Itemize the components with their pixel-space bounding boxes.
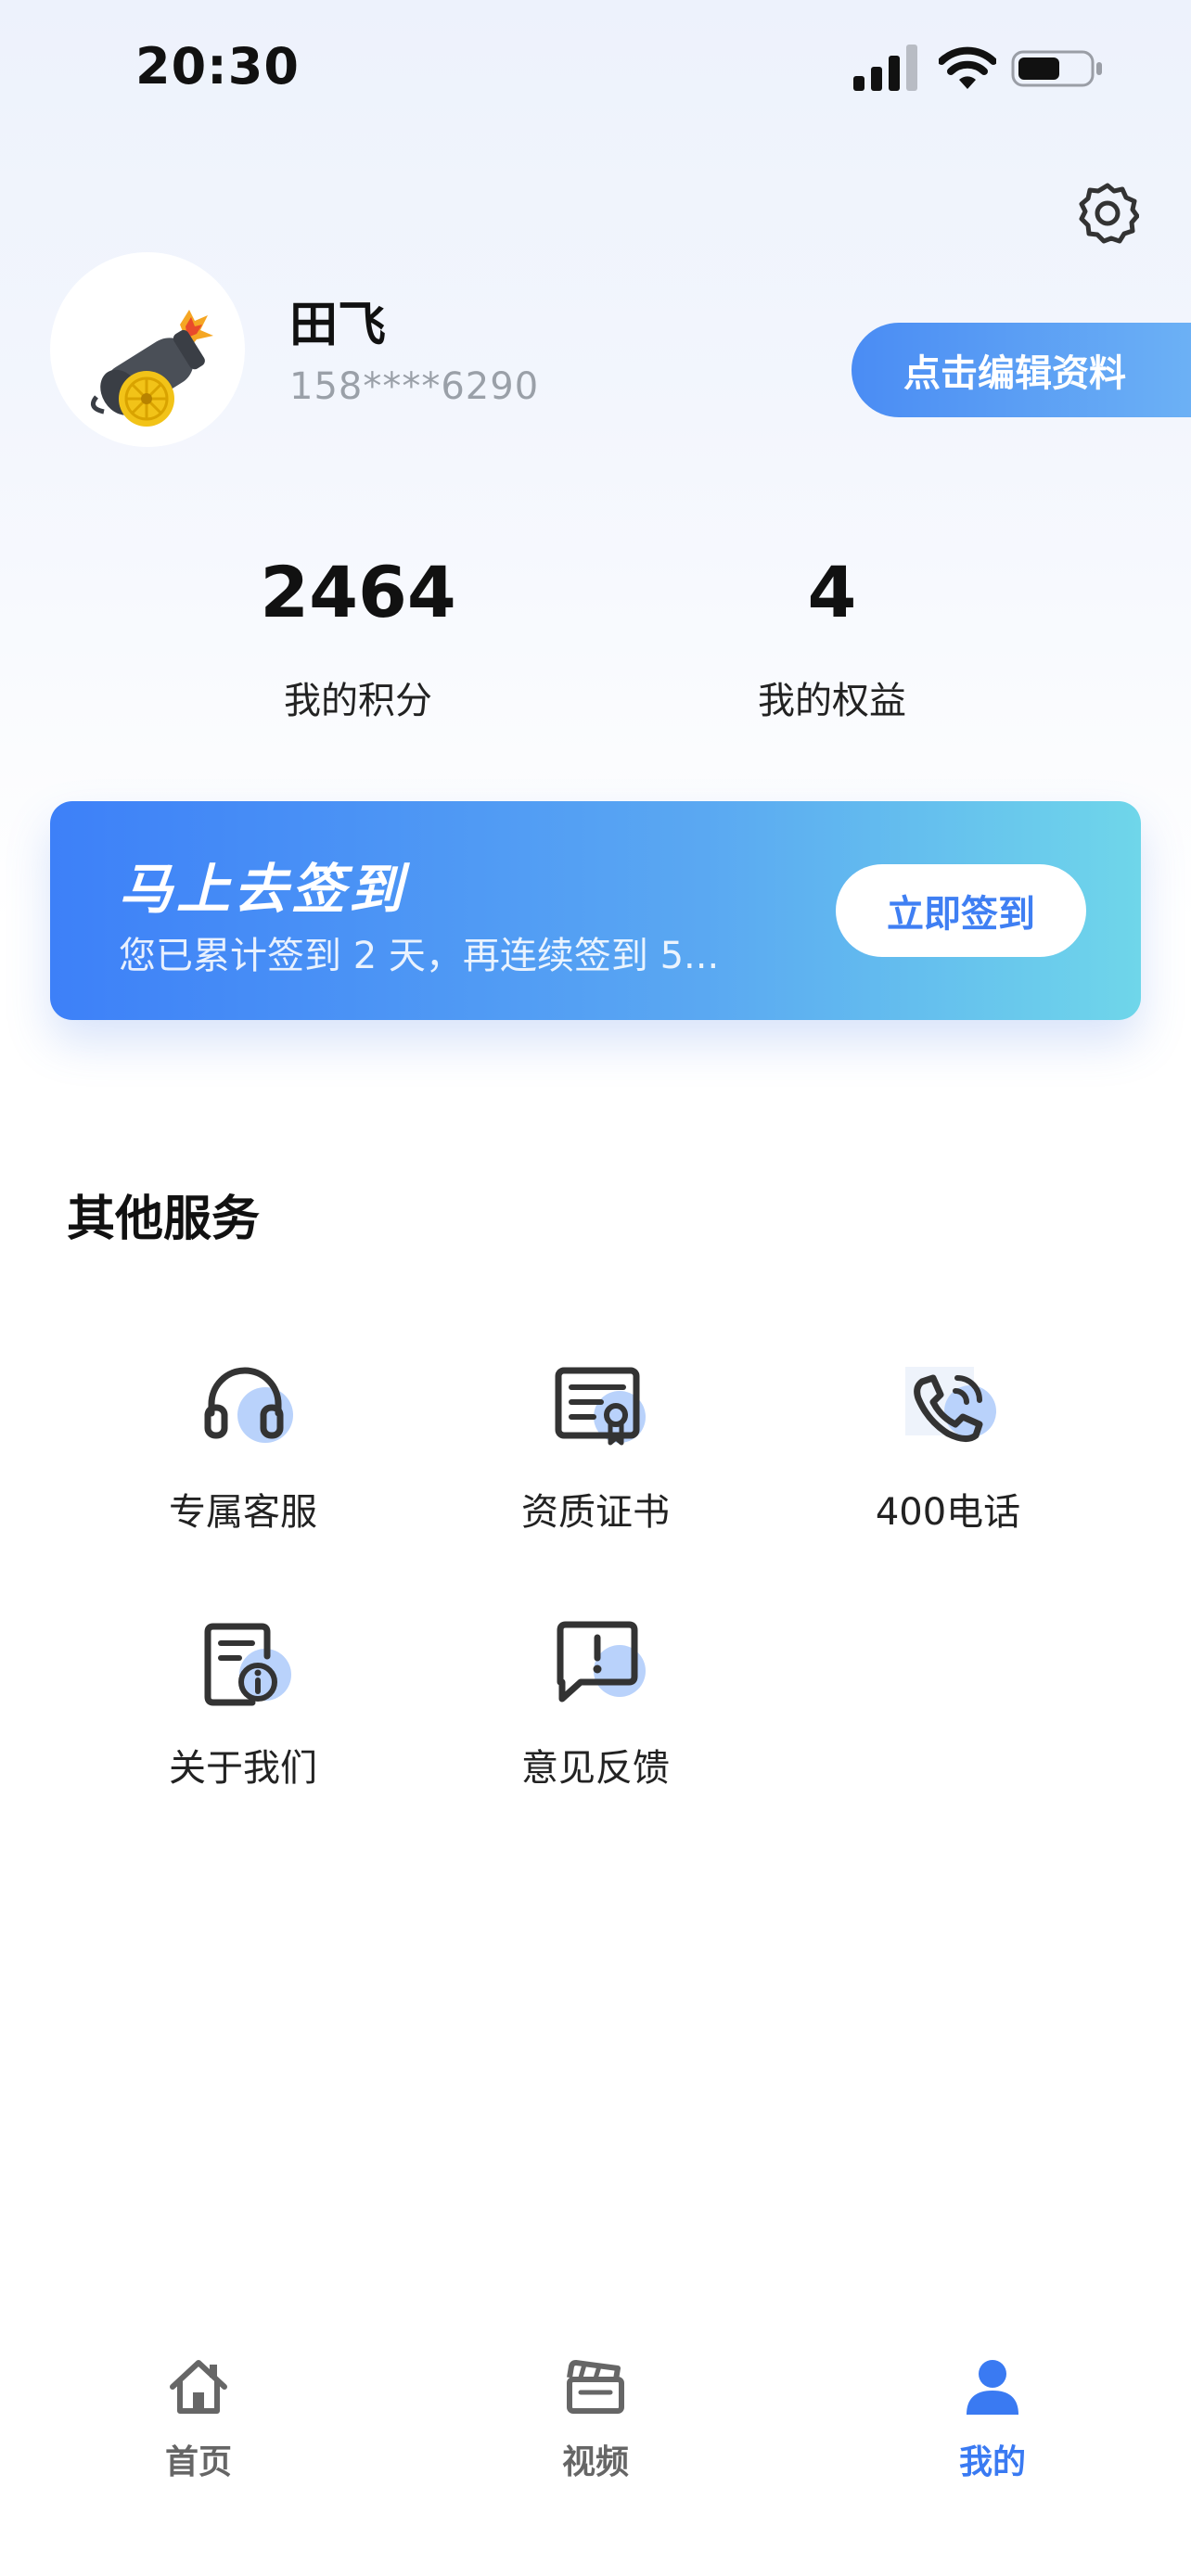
points-stat[interactable]: 2464 我的积分: [191, 551, 525, 724]
user-phone: 158****6290: [289, 365, 540, 408]
headset-icon: [204, 1367, 293, 1443]
feedback-icon: [557, 1621, 646, 1702]
edit-profile-button[interactable]: 点击编辑资料: [852, 323, 1191, 417]
service-customer-support[interactable]: 专属客服: [104, 1359, 382, 1545]
signin-button[interactable]: 立即签到: [836, 864, 1086, 957]
cannon-avatar-image: [90, 310, 213, 427]
avatar[interactable]: [50, 252, 245, 447]
signin-title: 马上去签到: [119, 858, 407, 921]
service-hotline[interactable]: 400电话: [809, 1359, 1087, 1545]
user-name: 田飞: [289, 298, 387, 353]
clapperboard-icon: [567, 2360, 624, 2414]
header-background: [0, 0, 1191, 927]
tab-mine-label: 我的: [958, 2443, 1026, 2481]
service-label: 意见反馈: [521, 1747, 670, 1790]
signin-banner: 马上去签到 您已累计签到 2 天，再连续签到 5... 立即签到: [50, 801, 1141, 1020]
services-title: 其他服务: [67, 1192, 261, 1247]
tab-home[interactable]: 首页: [96, 2355, 301, 2504]
benefits-stat[interactable]: 4 我的权益: [665, 551, 999, 724]
service-certificates[interactable]: 资质证书: [456, 1359, 735, 1545]
wifi-icon: [939, 46, 996, 89]
cellular-signal-icon: [853, 45, 917, 91]
service-label: 关于我们: [169, 1747, 317, 1790]
user-icon: [967, 2360, 1018, 2415]
service-about-us[interactable]: 关于我们: [104, 1615, 382, 1801]
points-value: 2464: [260, 551, 456, 633]
service-label: 专属客服: [169, 1491, 317, 1534]
status-icons: [853, 45, 1104, 96]
phone-call-icon: [905, 1367, 996, 1442]
benefits-value: 4: [807, 551, 857, 633]
tab-video-label: 视频: [561, 2443, 629, 2481]
signin-subtitle: 您已累计签到 2 天，再连续签到 5...: [119, 935, 720, 977]
status-time: 20:30: [135, 37, 300, 96]
service-label: 资质证书: [521, 1491, 670, 1534]
bottom-tab-bar: 首页 视频 我的: [0, 2337, 1191, 2576]
points-label: 我的积分: [284, 680, 432, 722]
info-document-icon: [204, 1623, 291, 1706]
tab-home-label: 首页: [164, 2443, 232, 2481]
gear-icon[interactable]: [1076, 182, 1139, 245]
tab-mine[interactable]: 我的: [890, 2355, 1095, 2504]
certificate-icon: [555, 1367, 646, 1446]
tab-video[interactable]: 视频: [493, 2355, 698, 2504]
benefits-label: 我的权益: [758, 680, 906, 722]
service-feedback[interactable]: 意见反馈: [456, 1615, 735, 1801]
service-label: 400电话: [875, 1491, 1021, 1534]
home-icon: [170, 2360, 227, 2414]
battery-icon: [1011, 50, 1102, 87]
